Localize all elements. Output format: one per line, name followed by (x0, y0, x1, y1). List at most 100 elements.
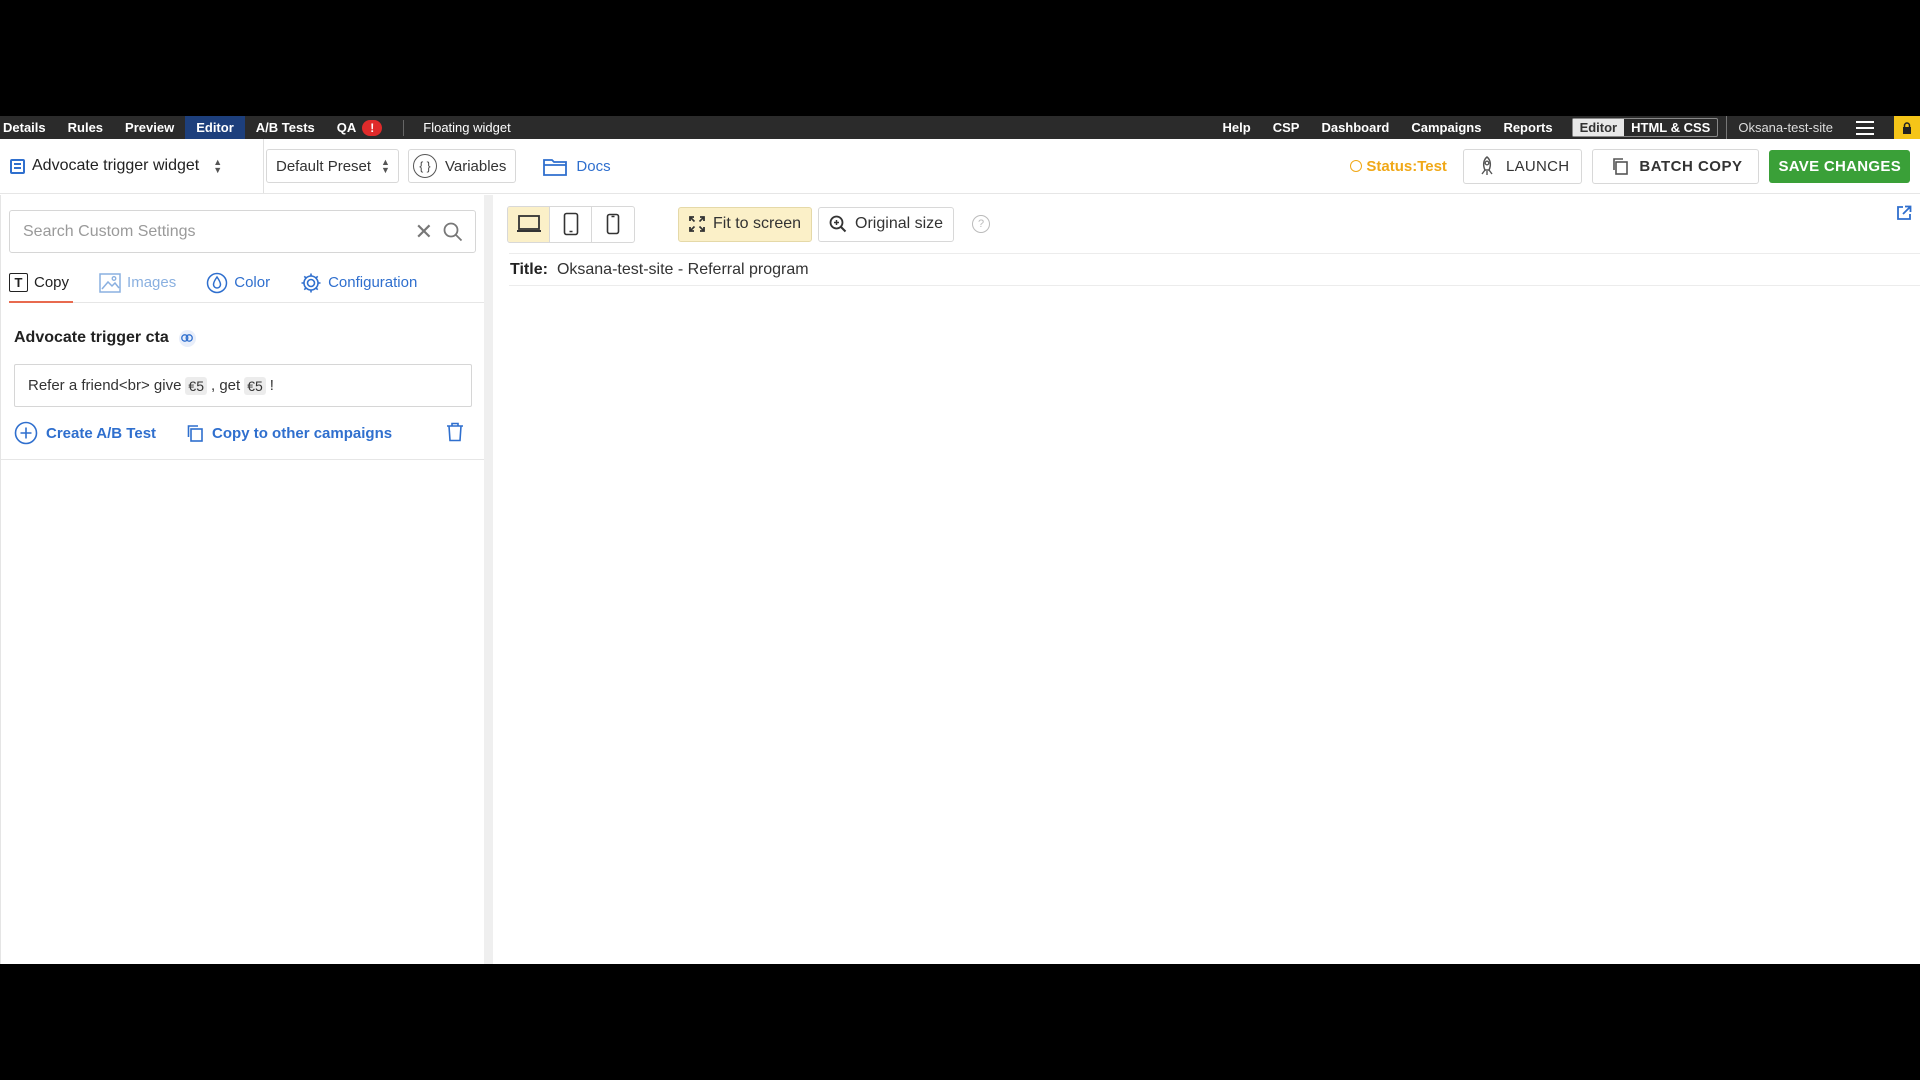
lock-icon[interactable] (1894, 116, 1920, 139)
nav-preview[interactable]: Preview (114, 116, 185, 139)
tab-images[interactable]: Images (99, 263, 176, 302)
docs-label: Docs (576, 157, 611, 175)
launch-label: LAUNCH (1505, 157, 1570, 175)
toolbar-right: Status:Test LAUNCH BATCH COPY SAVE CHANG… (1350, 139, 1910, 193)
chevron-updown-icon: ▲ ▼ (213, 157, 223, 175)
create-ab-test-button[interactable]: Create A/B Test (14, 421, 156, 445)
save-changes-button[interactable]: SAVE CHANGES (1769, 149, 1910, 183)
field-label-text: Advocate trigger cta (14, 329, 169, 346)
cta-text-part3: ! (269, 377, 274, 394)
tab-configuration-label: Configuration (328, 274, 418, 291)
field-label: Advocate trigger cta (14, 329, 196, 347)
original-size-label: Original size (855, 215, 944, 232)
currency-chip: €5 (185, 376, 207, 395)
status-dot-icon (1350, 160, 1363, 172)
tablet-view-button[interactable] (550, 206, 592, 242)
panel-divider (1, 459, 484, 460)
cta-text-field[interactable]: Refer a friend<br> give €5 , get €5 ! (14, 364, 472, 407)
settings-tabs: T Copy Images Color Configuration (9, 263, 484, 303)
nav-ab-tests[interactable]: A/B Tests (245, 116, 326, 139)
cta-text-part1: Refer a friend<br> give (28, 377, 182, 394)
top-nav: Details Rules Preview Editor A/B Tests Q… (0, 116, 1920, 139)
rocket-icon (1481, 156, 1493, 175)
title-label: Title: (510, 260, 548, 278)
nav-right: Help CSP Dashboard Campaigns Reports Edi… (1220, 116, 1920, 139)
search-settings: ✕ (9, 210, 476, 253)
cta-text-part2: , get (211, 377, 241, 394)
fit-to-screen-button[interactable]: Fit to screen (678, 206, 813, 242)
phone-icon (606, 213, 620, 235)
site-name[interactable]: Oksana-test-site (1726, 116, 1844, 139)
preset-selector[interactable]: Default Preset ▲ ▼ (266, 149, 399, 183)
mobile-view-button[interactable] (592, 207, 634, 242)
copy-to-other-campaigns-button[interactable]: Copy to other campaigns (186, 424, 392, 442)
copy-icon (1613, 158, 1629, 175)
preview-page-title: Title: Oksana-test-site - Referral progr… (509, 253, 1920, 286)
docs-link[interactable]: Docs (542, 155, 611, 177)
nav-help[interactable]: Help (1220, 116, 1262, 139)
nav-csp[interactable]: CSP (1262, 116, 1311, 139)
title-value: Oksana-test-site - Referral program (556, 260, 809, 278)
laptop-icon (516, 215, 541, 232)
batch-copy-button[interactable]: BATCH COPY (1592, 148, 1760, 184)
app-window: Details Rules Preview Editor A/B Tests Q… (0, 116, 1920, 964)
help-icon[interactable]: ? (972, 215, 991, 233)
preview-toolbar: Fit to screen Original size ? (507, 204, 1920, 244)
status-indicator: Status:Test (1350, 158, 1447, 175)
tab-color-label: Color (234, 274, 271, 291)
menu-icon[interactable] (1856, 120, 1874, 135)
nav-dashboard[interactable]: Dashboard (1310, 116, 1400, 139)
mode-editor[interactable]: Editor (1572, 119, 1625, 136)
batch-copy-label: BATCH COPY (1639, 157, 1743, 175)
editor-mode-toggle: Editor HTML & CSS (1571, 118, 1719, 137)
variables-label: Variables (444, 157, 507, 175)
nav-rules[interactable]: Rules (57, 116, 114, 139)
plus-circle-icon (14, 421, 38, 445)
search-icon[interactable] (443, 222, 463, 242)
nav-qa[interactable]: QA ! (326, 116, 394, 139)
widget-selector[interactable]: Advocate trigger widget ▲ ▼ (0, 139, 264, 193)
launch-button[interactable]: LAUNCH (1462, 148, 1583, 184)
original-size-button[interactable]: Original size (818, 206, 955, 242)
chevron-updown-icon: ▲ ▼ (381, 157, 390, 175)
mode-html-css[interactable]: HTML & CSS (1624, 119, 1717, 136)
external-link-icon[interactable] (1896, 205, 1912, 221)
color-drop-icon (206, 272, 228, 293)
trash-icon[interactable] (446, 422, 464, 442)
nav-details[interactable]: Details (0, 116, 57, 139)
copy-to-other-label: Copy to other campaigns (212, 424, 393, 442)
search-input[interactable] (10, 222, 415, 241)
tab-color[interactable]: Color (206, 263, 270, 302)
link-icon[interactable] (178, 329, 196, 347)
tab-copy-label: Copy (34, 274, 70, 291)
desktop-view-button[interactable] (508, 206, 550, 242)
expand-icon (689, 216, 705, 232)
nav-campaigns[interactable]: Campaigns (1400, 116, 1492, 139)
braces-icon: { } (412, 154, 437, 178)
create-ab-test-label: Create A/B Test (46, 424, 157, 442)
copy-icon (187, 425, 203, 442)
qa-alert-badge: ! (362, 119, 383, 136)
tab-configuration[interactable]: Configuration (300, 263, 417, 302)
fit-to-screen-label: Fit to screen (713, 215, 802, 232)
tab-copy[interactable]: T Copy (9, 263, 74, 303)
custom-settings-panel: ✕ T Copy Images Color Configuration Advo… (0, 195, 493, 964)
nav-editor[interactable]: Editor (185, 116, 245, 139)
device-switcher (507, 205, 635, 243)
preset-selector-label: Default Preset (276, 157, 372, 175)
nav-qa-label: QA (336, 120, 357, 135)
image-icon (99, 272, 121, 293)
clear-icon[interactable]: ✕ (415, 219, 433, 245)
nav-reports[interactable]: Reports (1492, 116, 1563, 139)
tablet-icon (563, 212, 578, 236)
field-actions: Create A/B Test Copy to other campaigns (14, 418, 474, 448)
currency-chip: €5 (244, 376, 266, 395)
folder-icon (543, 159, 568, 176)
nav-divider (403, 119, 405, 136)
widget-icon (10, 158, 25, 174)
zoom-icon (829, 215, 847, 233)
variables-button[interactable]: { } Variables (407, 149, 517, 183)
status-label: Status:Test (1366, 157, 1447, 175)
widget-title: Floating widget (423, 120, 511, 135)
tab-images-label: Images (127, 274, 177, 291)
